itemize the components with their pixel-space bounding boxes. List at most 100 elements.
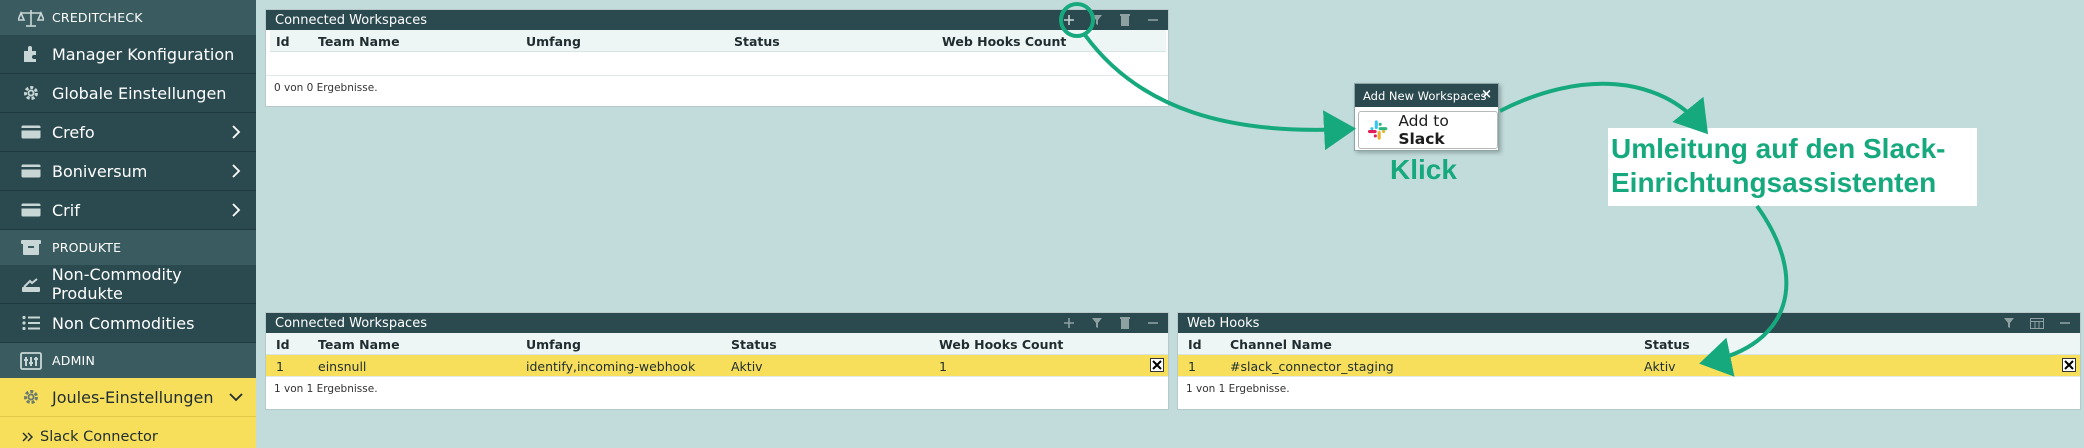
sidebar-item-crefo[interactable]: Crefo <box>0 113 256 152</box>
sidebar-item-label: Crefo <box>52 122 95 142</box>
credit-card-icon <box>20 199 42 221</box>
plus-icon[interactable] <box>1058 315 1080 331</box>
cell-channel-name: #slack_connector_staging <box>1230 359 1394 374</box>
panel-toolbar <box>1058 10 1164 30</box>
column-header-status[interactable]: Status <box>734 34 780 49</box>
sidebar: CREDITCHECK Manager Konfiguration Global… <box>0 0 256 448</box>
filter-icon[interactable] <box>1086 315 1108 331</box>
cell-team-name: einsnull <box>318 359 367 374</box>
redirect-annotation-line1: Umleitung auf den Slack- <box>1611 133 1946 164</box>
column-header-channel-name[interactable]: Channel Name <box>1230 337 1332 352</box>
puzzle-icon <box>20 43 42 65</box>
redirect-annotation: Umleitung auf den Slack- Einrichtungsass… <box>1608 128 1977 206</box>
cell-umfang: identify,incoming-webhook <box>526 359 696 374</box>
redirect-annotation-line2: Einrichtungsassistenten <box>1611 167 1937 198</box>
dialog-header: Add New Workspaces × <box>1355 84 1498 107</box>
dialog-title: Add New Workspaces <box>1363 88 1487 103</box>
workspaces-panel-after: Connected Workspaces Id Team Name Umfang… <box>265 312 1169 410</box>
minus-icon[interactable] <box>2054 315 2076 331</box>
admin-panel-icon <box>16 348 46 374</box>
table-empty-row <box>266 52 1168 76</box>
cell-status: Aktiv <box>1644 359 1676 374</box>
workspaces-panel-before: Connected Workspaces Id Team Name Umfang… <box>265 9 1169 107</box>
section-admin: ADMIN <box>0 343 256 378</box>
panel-toolbar <box>1058 313 1164 333</box>
cell-id: 1 <box>276 359 284 374</box>
credit-card-icon <box>20 121 42 143</box>
column-header-id[interactable]: Id <box>276 337 290 352</box>
column-header-web-hooks-count[interactable]: Web Hooks Count <box>939 337 1063 352</box>
remove-row-button[interactable] <box>1150 358 1164 372</box>
cell-id: 1 <box>1188 359 1196 374</box>
column-header-web-hooks-count[interactable]: Web Hooks Count <box>942 34 1066 49</box>
column-header-umfang[interactable]: Umfang <box>526 34 581 49</box>
gear-icon <box>20 82 42 104</box>
credit-card-icon <box>20 160 42 182</box>
chevron-right-icon <box>232 125 241 139</box>
panel-header: Connected Workspaces <box>266 313 1168 333</box>
sidebar-item-joules-einstellungen[interactable]: Joules-Einstellungen <box>0 378 256 417</box>
sidebar-item-globale-einstellungen[interactable]: Globale Einstellungen <box>0 74 256 113</box>
sidebar-item-crif[interactable]: Crif <box>0 191 256 230</box>
sidebar-item-label: Crif <box>52 200 80 220</box>
double-chevron-right-icon <box>22 432 33 441</box>
sidebar-item-label: Globale Einstellungen <box>52 83 227 103</box>
sidebar-item-slack-connector[interactable]: Slack Connector <box>0 417 256 448</box>
section-admin-label: ADMIN <box>52 353 95 368</box>
minus-icon[interactable] <box>1142 315 1164 331</box>
panel-title: Web Hooks <box>1187 315 1260 331</box>
column-header-status[interactable]: Status <box>731 337 777 352</box>
column-header-team-name[interactable]: Team Name <box>318 337 400 352</box>
sidebar-item-label: Manager Konfiguration <box>52 44 235 64</box>
webhooks-panel: Web Hooks Id Channel Name Status 1 #slac… <box>1177 312 2081 410</box>
panel-header: Connected Workspaces <box>266 10 1168 30</box>
trash-icon[interactable] <box>1114 315 1136 331</box>
close-icon[interactable]: × <box>1481 88 1492 102</box>
list-icon <box>20 312 42 334</box>
close-icon <box>1152 360 1162 370</box>
filter-icon[interactable] <box>1086 12 1108 28</box>
sidebar-item-boniversum[interactable]: Boniversum <box>0 152 256 191</box>
sidebar-item-manager-konfiguration[interactable]: Manager Konfiguration <box>0 35 256 74</box>
gear-icon <box>20 386 42 408</box>
column-header-id[interactable]: Id <box>276 34 290 49</box>
section-creditcheck: CREDITCHECK <box>0 0 256 35</box>
close-icon <box>2064 360 2074 370</box>
add-to-slack-label: Add to Slack <box>1398 112 1449 148</box>
slack-logo-icon <box>1367 120 1388 140</box>
table-header: Id Channel Name Status <box>1178 333 2080 355</box>
remove-row-button[interactable] <box>2062 358 2076 372</box>
sidebar-item-non-commodity-produkte[interactable]: Non-Commodity Produkte <box>0 265 256 304</box>
sidebar-item-non-commodities[interactable]: Non Commodities <box>0 304 256 343</box>
trash-icon[interactable] <box>1114 12 1136 28</box>
section-produkte: PRODUKTE <box>0 230 256 265</box>
chevron-right-icon <box>232 164 241 178</box>
table-row[interactable]: 1 einsnull identify,incoming-webhook Akt… <box>266 355 1168 377</box>
filter-icon[interactable] <box>1998 315 2020 331</box>
minus-icon[interactable] <box>1142 12 1164 28</box>
plus-icon[interactable] <box>1058 12 1080 28</box>
add-to-slack-button[interactable]: Add to Slack <box>1358 111 1498 149</box>
section-creditcheck-label: CREDITCHECK <box>52 10 143 25</box>
cell-web-hooks-count: 1 <box>939 359 947 374</box>
sidebar-item-label: Non-Commodity Produkte <box>51 265 182 303</box>
add-workspace-dialog: Add New Workspaces × Add to Slack <box>1354 83 1499 151</box>
chevron-down-icon <box>229 393 243 402</box>
column-header-umfang[interactable]: Umfang <box>526 337 581 352</box>
result-count: 0 von 0 Ergebnisse. <box>274 82 378 94</box>
column-header-id[interactable]: Id <box>1188 337 1202 352</box>
panel-title: Connected Workspaces <box>275 12 427 28</box>
panel-toolbar <box>1998 313 2076 333</box>
click-annotation: Klick <box>1390 154 1457 185</box>
column-header-team-name[interactable]: Team Name <box>318 34 400 49</box>
column-header-status[interactable]: Status <box>1644 337 1690 352</box>
columns-icon[interactable] <box>2026 315 2048 331</box>
arrow-to-callout <box>1499 81 1709 135</box>
result-count: 1 von 1 Ergebnisse. <box>1186 383 1290 395</box>
sidebar-item-label: Joules-Einstellungen <box>52 387 214 407</box>
scale-icon <box>16 5 46 31</box>
scale-icon <box>20 273 42 295</box>
table-row[interactable]: 1 #slack_connector_staging Aktiv <box>1178 355 2080 377</box>
chevron-right-icon <box>232 203 241 217</box>
panel-title: Connected Workspaces <box>275 315 427 331</box>
